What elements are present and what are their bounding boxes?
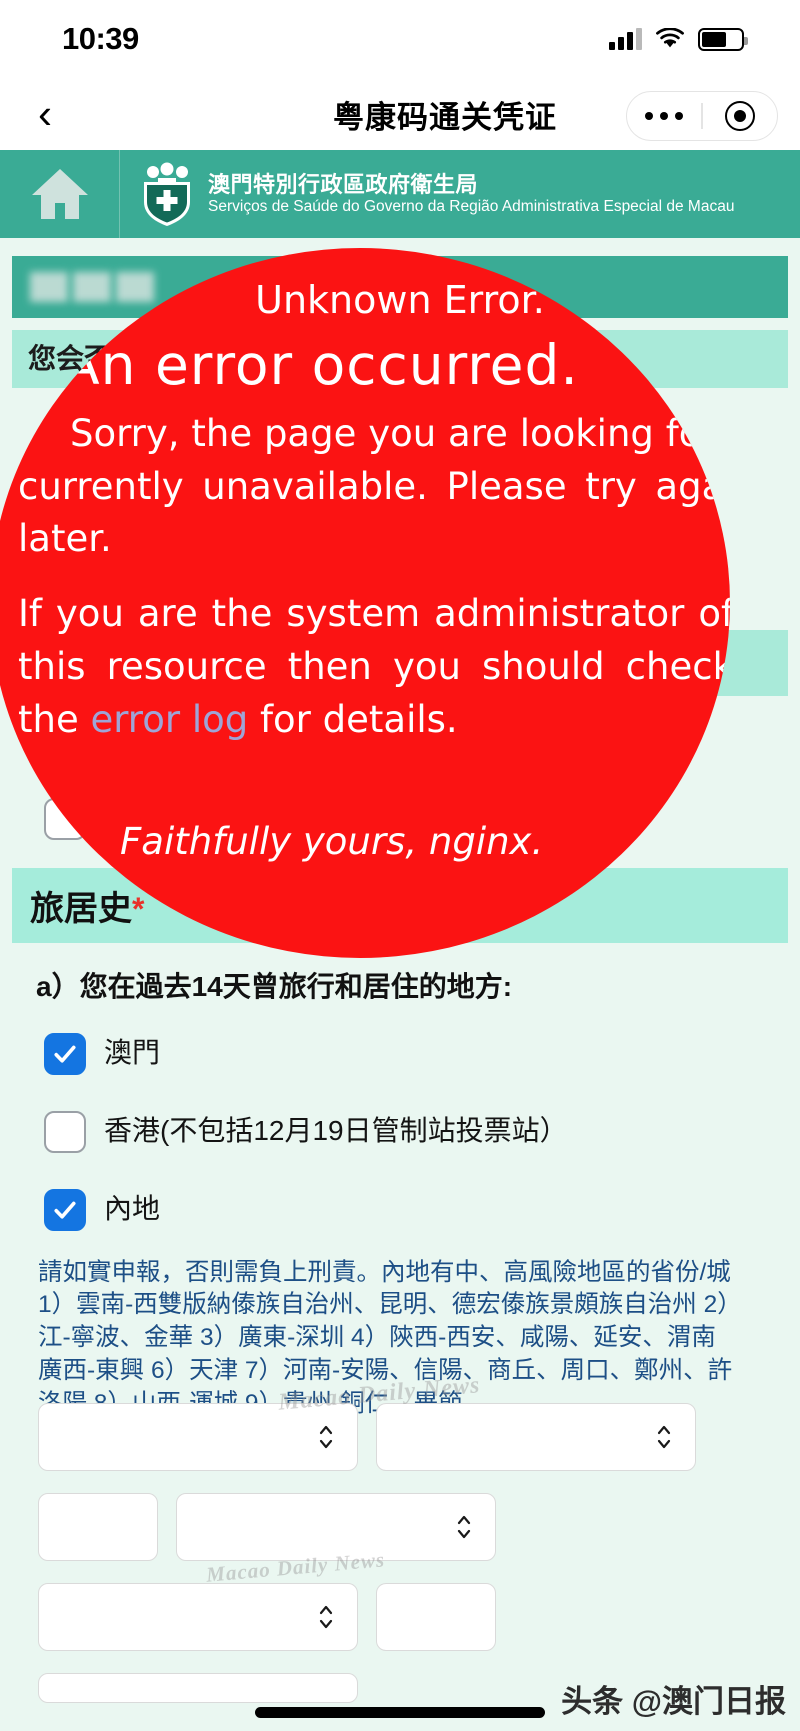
gov-title-zh: 澳門特別行政區政府衛生局 — [208, 171, 479, 197]
province-select-2[interactable] — [176, 1493, 496, 1561]
close-target-icon[interactable] — [703, 101, 777, 131]
miniprogram-navbar: ‹ 粤康码通关凭证 — [0, 78, 800, 150]
error-overlay-circle: Unknown Error. An error occurred. Sorry,… — [0, 248, 730, 958]
error-paragraph-1-text: Sorry, the page you are looking for is c… — [18, 412, 730, 561]
wifi-icon — [656, 28, 684, 48]
checkbox-label: 澳門 — [104, 1037, 161, 1069]
risk-area-notice: 請如實申報，否則需負上刑責。內地有中、高風險地區的省份/城 1）雲南-西雙版納傣… — [38, 1257, 800, 1421]
city-select-1[interactable] — [376, 1403, 696, 1471]
notice-line: 1）雲南-西雙版納傣族自治州、昆明、德宏傣族景頗族自治州 2） — [38, 1291, 742, 1319]
checkbox-label: 內地 — [104, 1193, 161, 1225]
notice-line: 廣西-東興 6）天津 7）河南-安陽、信陽、商丘、周口、鄭州、許 — [38, 1357, 733, 1385]
checkbox-row-hongkong[interactable]: 香港(不包括12月19日管制站投票站） — [0, 1110, 800, 1153]
chevron-updown-icon — [657, 1425, 671, 1449]
checkbox-row-macau[interactable]: 澳門 — [0, 1032, 800, 1075]
error-heading: Unknown Error. — [255, 278, 545, 322]
province-select-1[interactable] — [38, 1403, 358, 1471]
checkbox-row-mainland[interactable]: 內地 — [0, 1188, 800, 1231]
error-subheading: An error occurred. — [62, 333, 579, 397]
error-paragraph-2b: for details. — [248, 697, 458, 741]
checkbox-mainland[interactable] — [44, 1188, 86, 1231]
extra-select-1[interactable] — [38, 1493, 158, 1561]
more-options-icon[interactable] — [627, 112, 701, 120]
checkbox-label: 香港(不包括12月19日管制站投票站） — [104, 1115, 568, 1147]
home-indicator — [255, 1707, 545, 1718]
checkbox-macau[interactable] — [44, 1032, 86, 1075]
status-indicators — [609, 27, 748, 51]
notice-line: 請如實申報，否則需負上刑責。內地有中、高風險地區的省份/城 — [38, 1258, 731, 1286]
province-select-3[interactable] — [38, 1673, 358, 1703]
miniprogram-capsule — [626, 91, 778, 141]
watermark-toutiao: 头条 @澳门日报 — [561, 1684, 786, 1719]
location-select-grid — [38, 1403, 800, 1703]
error-log-link[interactable]: error log — [90, 698, 248, 741]
error-signature: Faithfully yours, nginx. — [120, 820, 544, 863]
cellular-signal-icon — [609, 28, 642, 50]
back-button[interactable]: ‹ — [0, 93, 90, 135]
checkbox-hongkong[interactable] — [44, 1110, 86, 1153]
chevron-updown-icon — [319, 1605, 333, 1629]
error-paragraph-2: If you are the system administrator of t… — [18, 588, 730, 747]
government-header: 澳門特別行政區政府衛生局 Serviços de Saúde do Govern… — [0, 150, 800, 238]
chevron-updown-icon — [457, 1515, 471, 1539]
gov-logo-and-title: 澳門特別行政區政府衛生局 Serviços de Saúde do Govern… — [120, 162, 734, 226]
home-icon — [31, 169, 88, 219]
screenshot-root: 10:39 ‹ 粤康码通关凭证 澳門特別行政區政府衛生局 Serviços de… — [0, 0, 800, 1731]
gov-title-pt: Serviços de Saúde do Governo da Região A… — [208, 197, 735, 215]
battery-icon — [698, 27, 748, 51]
error-paragraph-1: Sorry, the page you are looking for is c… — [18, 408, 730, 566]
travel-question: a）您在過去14天曾旅行和居住的地方: — [36, 970, 513, 1002]
error-overlay-content: Unknown Error. An error occurred. Sorry,… — [0, 248, 730, 958]
notice-line: 江-寧波、金華 3）廣東-深圳 4）陝西-西安、咸陽、延安、渭南 — [38, 1324, 716, 1352]
health-services-shield-icon — [144, 162, 190, 226]
chevron-updown-icon — [319, 1425, 333, 1449]
ios-status-bar: 10:39 — [0, 0, 800, 78]
extra-select-2[interactable] — [376, 1583, 496, 1651]
city-select-2[interactable] — [38, 1583, 358, 1651]
home-button[interactable] — [0, 150, 120, 238]
status-time: 10:39 — [62, 21, 139, 56]
